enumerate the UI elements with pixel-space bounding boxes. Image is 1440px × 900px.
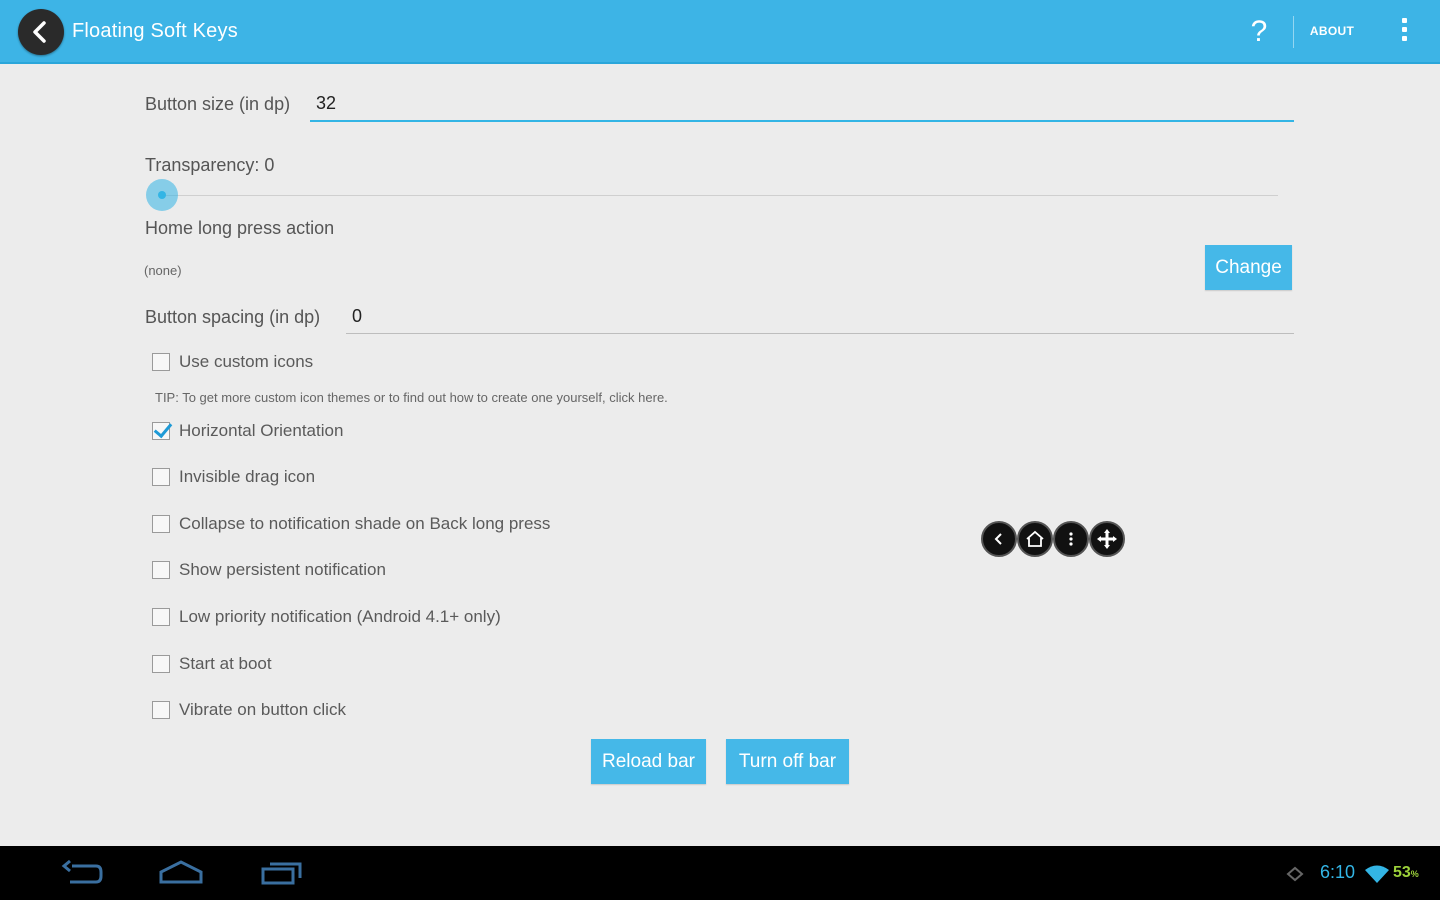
help-icon[interactable]: ?	[1244, 12, 1274, 52]
actionbar-divider	[1293, 16, 1294, 48]
floating-bar-preview[interactable]	[981, 521, 1125, 557]
invisible-drag-icon-checkbox[interactable]	[152, 468, 170, 486]
collapse-notification-checkbox[interactable]	[152, 515, 170, 533]
low-priority-notification-checkbox[interactable]	[152, 608, 170, 626]
nav-home-icon[interactable]	[158, 858, 204, 888]
reload-bar-button[interactable]: Reload bar	[591, 739, 706, 784]
home-long-press-label: Home long press action	[145, 218, 335, 238]
use-custom-icons-checkbox[interactable]	[152, 353, 170, 371]
checkbox-label: Vibrate on button click	[179, 700, 346, 719]
button-size-input[interactable]	[310, 92, 1294, 122]
menu-icon[interactable]	[1053, 521, 1089, 557]
vibrate-checkbox[interactable]	[152, 701, 170, 719]
system-nav-bar: 6:10 53%	[0, 846, 1440, 900]
checkbox-label: Show persistent notification	[179, 560, 386, 579]
transparency-label: Transparency: 0	[145, 155, 275, 175]
checkbox-row[interactable]: Invisible drag icon	[152, 464, 315, 490]
checkbox-row[interactable]: Start at boot	[152, 651, 272, 677]
checkbox-label: Use custom icons	[179, 352, 314, 371]
back-icon[interactable]	[981, 521, 1017, 557]
button-size-label: Button size (in dp)	[145, 94, 291, 114]
transparency-slider-track[interactable]	[162, 195, 1278, 196]
app-title: Floating Soft Keys	[72, 20, 238, 42]
home-icon[interactable]	[1017, 521, 1053, 557]
notification-icon	[1286, 866, 1304, 882]
about-button[interactable]: ABOUT	[1302, 24, 1362, 42]
checkbox-row[interactable]: Show persistent notification	[152, 557, 386, 583]
checkbox-label: Collapse to notification shade on Back l…	[179, 514, 551, 533]
checkbox-label: Start at boot	[179, 654, 272, 673]
wifi-icon	[1365, 865, 1389, 883]
persistent-notification-checkbox[interactable]	[152, 561, 170, 579]
checkbox-label: Horizontal Orientation	[179, 421, 344, 440]
checkbox-label: Low priority notification (Android 4.1+ …	[179, 607, 501, 626]
clock: 6:10	[1320, 862, 1356, 882]
change-button[interactable]: Change	[1205, 245, 1292, 290]
checkbox-row[interactable]: Use custom icons	[152, 349, 313, 375]
horizontal-orientation-checkbox[interactable]	[152, 422, 170, 440]
battery-value: 53	[1393, 864, 1411, 881]
back-arrow-icon	[33, 21, 46, 43]
turn-off-bar-button[interactable]: Turn off bar	[726, 739, 849, 784]
button-spacing-input[interactable]	[346, 306, 1294, 334]
nav-back-icon[interactable]	[60, 858, 104, 888]
home-long-press-value: (none)	[144, 263, 182, 278]
checkbox-row[interactable]: Low priority notification (Android 4.1+ …	[152, 604, 501, 630]
checkbox-label: Invisible drag icon	[179, 467, 316, 486]
up-back-button[interactable]	[18, 9, 64, 55]
action-bar: Floating Soft Keys ? ABOUT	[0, 0, 1440, 64]
button-spacing-label: Button spacing (in dp)	[145, 307, 321, 327]
checkbox-row[interactable]: Horizontal Orientation	[152, 418, 343, 444]
overflow-menu-icon[interactable]	[1396, 18, 1412, 48]
battery-level: 53%	[1393, 864, 1419, 881]
start-at-boot-checkbox[interactable]	[152, 655, 170, 673]
nav-recents-icon[interactable]	[260, 858, 304, 888]
move-icon[interactable]	[1089, 521, 1125, 557]
checkbox-row[interactable]: Collapse to notification shade on Back l…	[152, 511, 550, 537]
tip-link[interactable]: TIP: To get more custom icon themes or t…	[155, 390, 668, 405]
checkbox-row[interactable]: Vibrate on button click	[152, 697, 346, 723]
transparency-slider-thumb[interactable]	[146, 179, 178, 211]
